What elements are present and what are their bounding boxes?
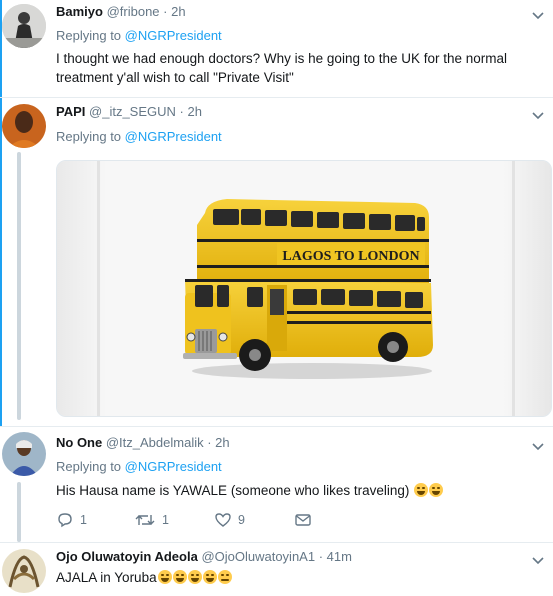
timestamp[interactable]: · 41m [319,549,352,564]
display-name[interactable]: No One [56,435,102,450]
tweet-ojo[interactable]: Ojo Oluwatoyin Adeola @OjoOluwatoyinA1 ·… [0,543,553,596]
like-count: 9 [238,513,245,527]
message-action[interactable] [294,512,312,528]
chevron-down-icon[interactable] [531,439,545,453]
tweet-header: PAPI @_itz_SEGUN · 2h [56,104,202,119]
tweet-text-line-1: I thought we had enough doctors? Why is … [56,51,508,66]
replying-prefix: Replying to [56,129,125,144]
avatar[interactable] [2,4,46,48]
avatar-image [2,104,46,148]
retweet-action[interactable]: 1 [134,512,169,528]
chevron-down-icon[interactable] [531,8,545,22]
timestamp[interactable]: · 2h [180,104,202,119]
timestamp[interactable]: · 2h [163,4,185,19]
mention-link[interactable]: @NGRPresident [125,28,222,43]
tears-of-joy-emoji [157,570,172,584]
mention-link[interactable]: @NGRPresident [125,459,222,474]
tweet-text: AJALA in Yoruba [56,568,232,587]
avatar[interactable] [2,432,46,476]
tweet-header: No One @Itz_Abdelmalik · 2h [56,435,230,450]
retweet-icon[interactable] [134,512,156,528]
like-icon[interactable] [214,512,232,528]
avatar[interactable] [2,549,46,593]
display-name[interactable]: Ojo Oluwatoyin Adeola [56,549,198,564]
user-handle[interactable]: @OjoOluwatoyinA1 [201,549,315,564]
like-action[interactable]: 9 [214,512,245,528]
chevron-down-icon[interactable] [531,553,545,567]
tweet-image[interactable]: LAGOS TO LONDON [56,160,552,417]
user-handle[interactable]: @_itz_SEGUN [89,104,176,119]
display-name[interactable]: PAPI [56,104,85,119]
user-handle[interactable]: @fribone [107,4,160,19]
bus-banner-text: LAGOS TO LONDON [282,249,419,264]
tweet-bamiyo[interactable]: Bamiyo @fribone · 2h Replying to @NGRPre… [0,0,553,97]
replying-to: Replying to @NGRPresident [56,129,222,144]
message-icon[interactable] [294,512,312,528]
timestamp[interactable]: · 2h [207,435,229,450]
replying-prefix: Replying to [56,459,125,474]
tweet-text: His Hausa name is YAWALE (someone who li… [56,481,444,500]
tears-of-joy-emoji [429,483,444,497]
chevron-down-icon[interactable] [531,108,545,122]
tweet-text-body: His Hausa name is YAWALE (someone who li… [56,483,410,498]
reply-icon[interactable] [56,512,74,528]
display-name[interactable]: Bamiyo [56,4,103,19]
replying-to: Replying to @NGRPresident [56,28,222,43]
avatar-image [2,4,46,48]
tweet-text-body: AJALA in Yoruba [56,570,157,585]
avatar-image [2,432,46,476]
tears-of-joy-emoji [202,570,217,584]
tweet-header: Ojo Oluwatoyin Adeola @OjoOluwatoyinA1 ·… [56,549,352,564]
tears-of-joy-emoji [187,570,202,584]
tweet-header: Bamiyo @fribone · 2h [56,4,186,19]
reply-count: 1 [80,513,87,527]
bus-image: LAGOS TO LONDON [57,161,551,416]
retweet-count: 1 [162,513,169,527]
user-handle[interactable]: @Itz_Abdelmalik [106,435,204,450]
flushed-emoji [217,570,232,584]
avatar[interactable] [2,104,46,148]
replying-prefix: Replying to [56,28,125,43]
tears-of-joy-emoji [414,483,429,497]
tweet-text: I thought we had enough doctors? Why is … [56,49,546,87]
tweet-text-line-2: treatment y'all wish to call "Private Vi… [56,70,294,85]
replying-to: Replying to @NGRPresident [56,459,222,474]
tears-of-joy-emoji [172,570,187,584]
mention-link[interactable]: @NGRPresident [125,129,222,144]
reply-action[interactable]: 1 [56,512,87,528]
avatar-image [2,549,46,593]
